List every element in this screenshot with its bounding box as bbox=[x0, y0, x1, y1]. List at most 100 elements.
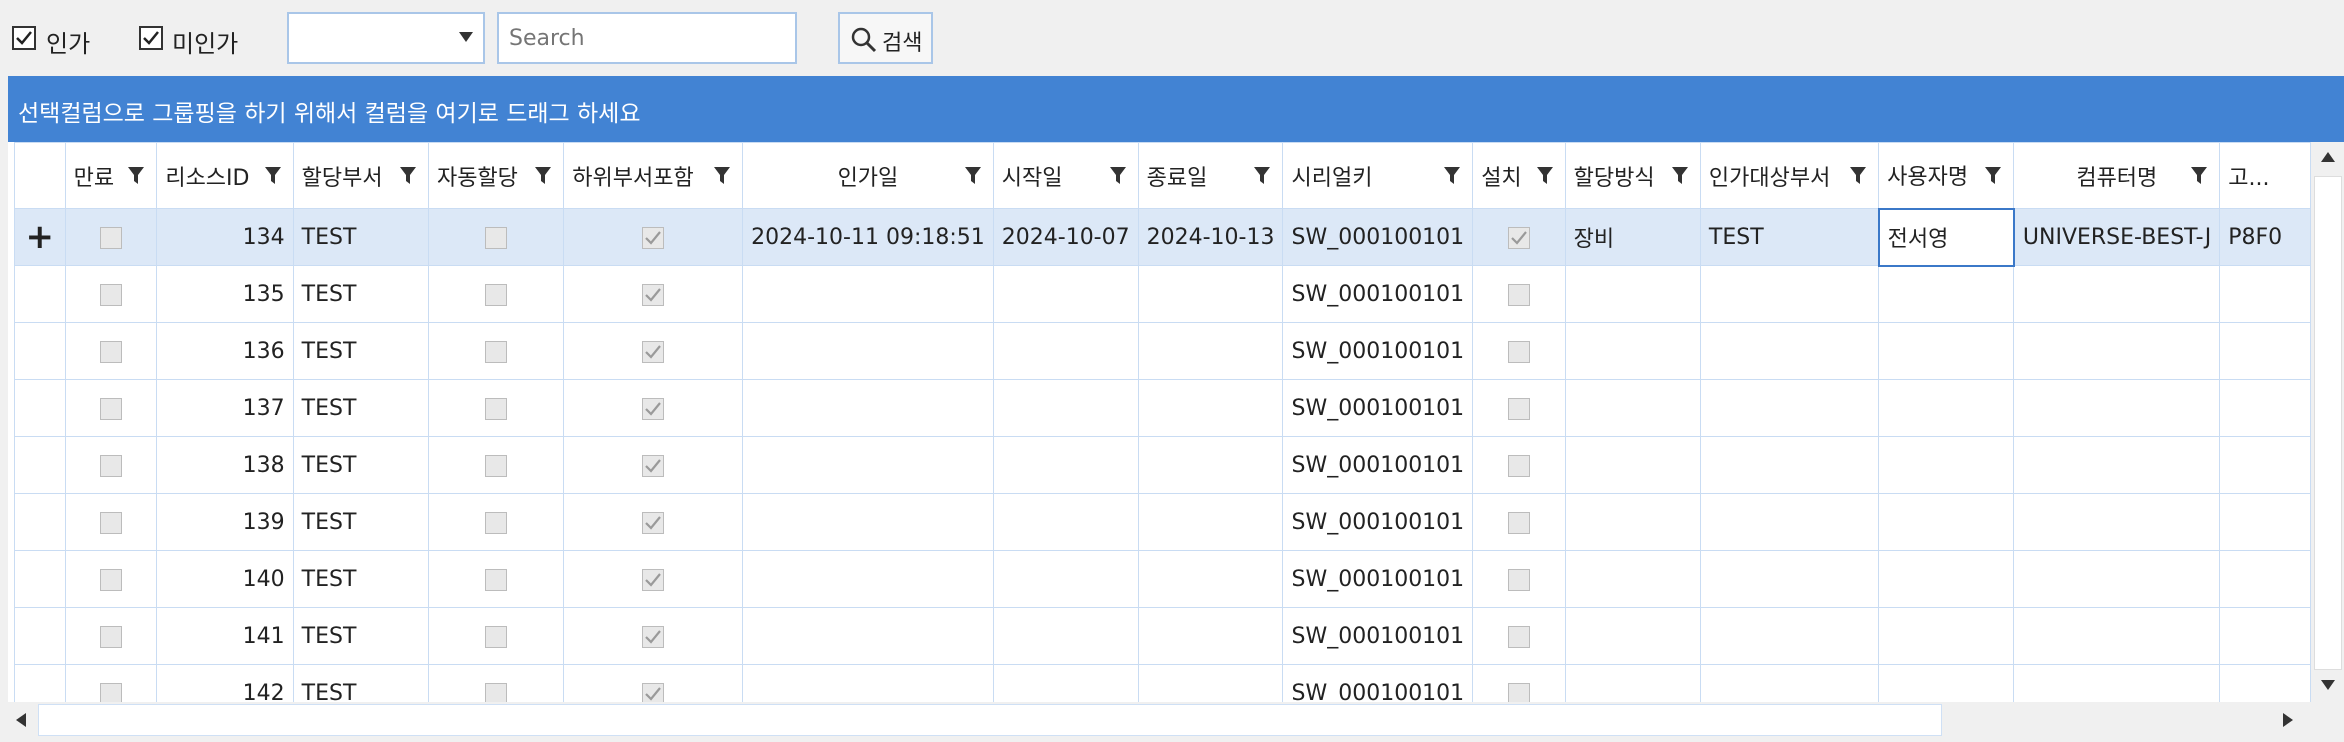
funnel-icon[interactable] bbox=[964, 167, 981, 185]
include-subdept-checkbox[interactable] bbox=[642, 511, 665, 534]
installed-checkbox[interactable] bbox=[1507, 682, 1530, 702]
column-header[interactable]: 사용자명 bbox=[1878, 142, 2015, 209]
table-row[interactable]: 141 TEST SW_000100101 bbox=[14, 607, 2311, 665]
auto-assign-checkbox[interactable] bbox=[485, 568, 508, 591]
extra-cell bbox=[2219, 550, 2311, 608]
installed-checkbox[interactable] bbox=[1507, 625, 1530, 648]
installed-checkbox[interactable] bbox=[1507, 454, 1530, 477]
auto-assign-checkbox[interactable] bbox=[485, 283, 508, 306]
chevron-down-icon[interactable] bbox=[459, 32, 473, 42]
search-button[interactable]: 검색 bbox=[838, 12, 933, 64]
auto-assign-cell bbox=[427, 493, 565, 551]
include-subdept-checkbox[interactable] bbox=[642, 568, 665, 591]
installed-checkbox[interactable] bbox=[1507, 397, 1530, 420]
funnel-icon[interactable] bbox=[1444, 167, 1461, 185]
expired-checkbox[interactable] bbox=[99, 226, 122, 249]
unapproved-checkbox[interactable] bbox=[139, 26, 163, 50]
auto-assign-checkbox[interactable] bbox=[485, 625, 508, 648]
column-header[interactable]: 시리얼키 bbox=[1282, 142, 1474, 209]
horizontal-scroll-thumb[interactable] bbox=[38, 704, 1942, 736]
funnel-icon[interactable] bbox=[1254, 167, 1271, 185]
extra-cell bbox=[2219, 379, 2311, 437]
auto-assign-checkbox[interactable] bbox=[485, 340, 508, 363]
scroll-down-icon[interactable] bbox=[2321, 680, 2335, 690]
expired-cell bbox=[64, 550, 158, 608]
installed-checkbox[interactable] bbox=[1507, 568, 1530, 591]
vertical-scroll-thumb[interactable] bbox=[2314, 176, 2342, 670]
include-subdept-checkbox[interactable] bbox=[642, 226, 665, 249]
column-header[interactable]: 만료 bbox=[64, 142, 158, 209]
installed-checkbox[interactable] bbox=[1507, 226, 1530, 249]
funnel-icon[interactable] bbox=[535, 167, 552, 185]
include-subdept-checkbox[interactable] bbox=[642, 454, 665, 477]
table-row[interactable]: 138 TEST SW_000100101 bbox=[14, 436, 2311, 494]
funnel-icon[interactable] bbox=[128, 167, 145, 185]
column-header[interactable]: 고... bbox=[2219, 142, 2311, 209]
expired-checkbox[interactable] bbox=[99, 568, 122, 591]
auto-assign-checkbox[interactable] bbox=[485, 226, 508, 249]
include-subdept-checkbox[interactable] bbox=[642, 625, 665, 648]
column-header[interactable]: 하위부서포함 bbox=[563, 142, 744, 209]
funnel-icon[interactable] bbox=[1536, 167, 1553, 185]
plus-icon[interactable]: + bbox=[26, 217, 55, 257]
user-name-cell[interactable]: 전서영 bbox=[1877, 207, 2015, 267]
include-subdept-checkbox[interactable] bbox=[642, 397, 665, 420]
column-header[interactable]: 인가일 bbox=[742, 142, 994, 209]
expired-checkbox[interactable] bbox=[99, 397, 122, 420]
search-input[interactable] bbox=[497, 12, 797, 64]
expired-checkbox[interactable] bbox=[99, 682, 122, 702]
row-expander[interactable]: + bbox=[14, 208, 66, 266]
expired-checkbox[interactable] bbox=[99, 340, 122, 363]
funnel-icon[interactable] bbox=[1850, 167, 1867, 185]
include-subdept-checkbox[interactable] bbox=[642, 340, 665, 363]
table-row[interactable]: +134 TEST 2024-10-11 09:18:51 2024-10-07 202… bbox=[14, 207, 2311, 267]
funnel-icon[interactable] bbox=[1109, 167, 1126, 185]
funnel-icon[interactable] bbox=[2191, 167, 2208, 185]
row-expander bbox=[14, 265, 66, 323]
auto-assign-checkbox[interactable] bbox=[485, 682, 508, 702]
serial-key-cell: SW_000100101 bbox=[1282, 265, 1474, 323]
target-dept-cell bbox=[1699, 265, 1880, 323]
filter-combo[interactable] bbox=[287, 12, 485, 64]
group-by-panel[interactable]: 선택컬럼으로 그룹핑을 하기 위해서 컬럼을 여기로 드래그 하세요 bbox=[8, 76, 2344, 142]
auto-assign-checkbox[interactable] bbox=[485, 397, 508, 420]
scroll-left-icon[interactable] bbox=[16, 713, 26, 727]
installed-checkbox[interactable] bbox=[1507, 340, 1530, 363]
table-row[interactable]: 136 TEST SW_000100101 bbox=[14, 322, 2311, 380]
funnel-icon[interactable] bbox=[1671, 167, 1688, 185]
column-header[interactable]: 설치 bbox=[1472, 142, 1566, 209]
funnel-icon[interactable] bbox=[1985, 167, 2002, 185]
column-header[interactable]: 시작일 bbox=[992, 142, 1139, 209]
column-header[interactable]: 할당부서 bbox=[292, 142, 429, 209]
expired-checkbox[interactable] bbox=[99, 454, 122, 477]
column-header[interactable]: 컴퓨터명 bbox=[2013, 142, 2221, 209]
table-row[interactable]: 137 TEST SW_000100101 bbox=[14, 379, 2311, 437]
table-row[interactable]: 142 TEST SW_000100101 bbox=[14, 664, 2311, 702]
column-header[interactable]: 자동할당 bbox=[427, 142, 565, 209]
column-header[interactable]: 할당방식 bbox=[1564, 142, 1701, 209]
table-row[interactable]: 139 TEST SW_000100101 bbox=[14, 493, 2311, 551]
column-header-label: 고... bbox=[2228, 165, 2270, 191]
scroll-up-icon[interactable] bbox=[2321, 152, 2335, 162]
expired-checkbox[interactable] bbox=[99, 511, 122, 534]
expired-checkbox[interactable] bbox=[99, 283, 122, 306]
funnel-icon[interactable] bbox=[399, 167, 416, 185]
installed-checkbox[interactable] bbox=[1507, 511, 1530, 534]
auto-assign-checkbox[interactable] bbox=[485, 511, 508, 534]
installed-checkbox[interactable] bbox=[1507, 283, 1530, 306]
auto-assign-checkbox[interactable] bbox=[485, 454, 508, 477]
installed-cell bbox=[1472, 208, 1566, 266]
include-subdept-checkbox[interactable] bbox=[642, 682, 665, 702]
column-header[interactable]: 인가대상부서 bbox=[1699, 142, 1880, 209]
include-subdept-checkbox[interactable] bbox=[642, 283, 665, 306]
table-row[interactable]: 135 TEST SW_000100101 bbox=[14, 265, 2311, 323]
scroll-right-icon[interactable] bbox=[2283, 713, 2293, 727]
approved-checkbox[interactable] bbox=[12, 26, 36, 50]
table-row[interactable]: 140 TEST SW_000100101 bbox=[14, 550, 2311, 608]
expired-checkbox[interactable] bbox=[99, 625, 122, 648]
column-header[interactable]: 종료일 bbox=[1137, 142, 1284, 209]
funnel-icon[interactable] bbox=[714, 167, 731, 185]
expired-cell bbox=[64, 436, 158, 494]
funnel-icon[interactable] bbox=[264, 167, 281, 185]
column-header[interactable]: 리소스ID bbox=[156, 142, 294, 209]
